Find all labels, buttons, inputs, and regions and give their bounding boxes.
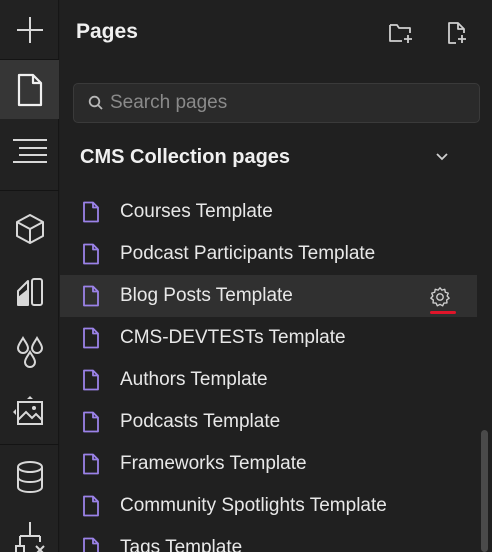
annotation-underline [430,311,456,314]
page-icon [83,201,99,223]
page-list-item[interactable]: Podcasts Template [60,401,477,443]
variables-icon [16,335,43,368]
variables-button[interactable] [0,322,59,381]
pages-panel: Pages Search pages CMS Collection pages … [60,0,492,552]
pages-button[interactable] [0,60,59,119]
page-icon [83,495,99,517]
page-list-item[interactable]: Frameworks Template [60,443,477,485]
page-settings-button[interactable] [428,285,452,309]
panel-header: Pages [60,0,492,66]
section-title: CMS Collection pages [80,146,291,168]
app-window: Pages Search pages CMS Collection pages … [0,0,492,552]
page-name: CMS-DEVTESTs Template [120,327,346,348]
page-list-item[interactable]: Authors Template [60,359,477,401]
components-button[interactable] [0,199,59,258]
page-icon [83,453,99,475]
scrollbar-thumb[interactable] [481,430,488,552]
navigator-icon [12,138,47,163]
page-icon [83,537,99,552]
chevron-down-icon [436,153,448,161]
page-list-item[interactable]: Community Spotlights Template [60,485,477,527]
page-name: Frameworks Template [120,453,307,474]
logic-icon [14,521,45,552]
left-toolbar [0,0,59,552]
page-icon [83,285,99,307]
logic-button[interactable] [0,506,59,552]
collapse-toggle[interactable] [432,147,452,167]
page-list-item[interactable]: Courses Template [60,191,477,233]
page-name: Tags Template [120,537,243,552]
search-icon-container [74,84,110,122]
new-page-icon [448,22,466,44]
add-elements-button[interactable] [0,0,59,59]
new-folder-button[interactable] [386,18,416,48]
page-icon [83,327,99,349]
page-icon [83,369,99,391]
search-input[interactable] [110,85,479,121]
page-name: Podcast Participants Template [120,243,376,264]
page-list-item[interactable]: CMS-DEVTESTs Template [60,317,477,359]
search-field[interactable] [73,83,480,123]
page-name: Podcasts Template [120,411,281,432]
style-manager-button[interactable] [0,262,59,321]
cms-collection-section-header[interactable]: CMS Collection pages [60,132,492,182]
page-name: Blog Posts Template [120,285,293,306]
plus-icon [16,16,43,43]
navigator-button[interactable] [0,120,59,179]
new-folder-icon [389,24,412,43]
components-icon [15,213,44,244]
cms-button[interactable] [0,447,59,506]
cms-icon [16,460,43,493]
panel-title: Pages [76,20,138,43]
page-icon [83,411,99,433]
page-icon [17,73,42,106]
page-list-item[interactable]: Podcast Participants Template [60,233,477,275]
page-list-item-hovered[interactable]: Blog Posts Template [60,275,477,317]
page-name: Courses Template [120,201,273,222]
new-page-button[interactable] [442,18,472,48]
style-manager-icon [16,277,43,306]
gear-icon [430,287,450,307]
page-name: Authors Template [120,369,268,390]
assets-icon [12,395,43,425]
page-name: Community Spotlights Template [120,495,387,516]
assets-button[interactable] [0,382,59,441]
rail-divider [0,190,59,191]
page-list-item[interactable]: Tags Template [60,527,477,552]
page-icon [83,243,99,265]
search-icon [88,95,103,110]
rail-divider [0,444,59,445]
page-list: Courses Template Podcast Participants Te… [60,191,492,552]
